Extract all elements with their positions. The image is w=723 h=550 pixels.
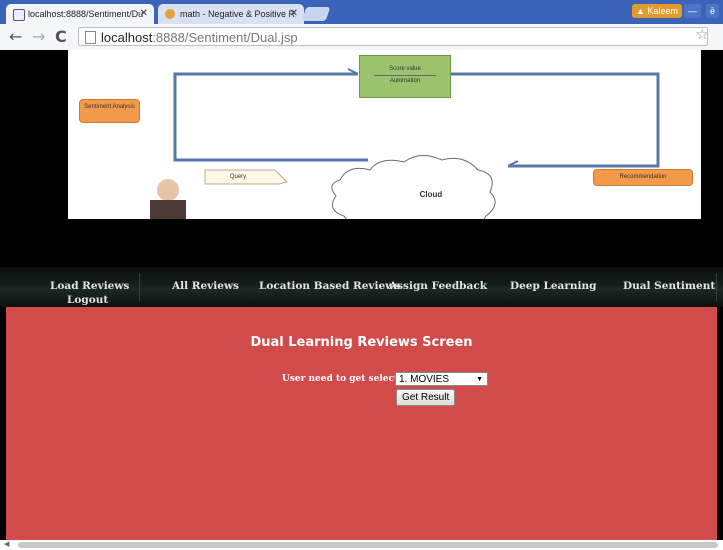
browser-tab-inactive[interactable]: math - Negative & Positive R ✕ [158, 4, 304, 24]
page-favicon-icon [13, 9, 25, 21]
close-tab-icon[interactable]: ✕ [140, 4, 148, 24]
close-tab-icon[interactable]: ✕ [290, 4, 298, 24]
address-bar[interactable]: localhost:8888/Sentiment/Dual.jsp [78, 27, 708, 46]
horizontal-scrollbar[interactable]: ◀ [0, 540, 723, 550]
minimize-icon[interactable]: — [684, 4, 701, 18]
browser-tab-active[interactable]: localhost:8888/Sentiment/Du ✕ [6, 4, 154, 24]
cloud-label: Cloud [419, 190, 443, 199]
page-icon [85, 31, 96, 44]
leaf-favicon-icon [165, 9, 175, 19]
nav-deep-learning[interactable]: Deep Learning [510, 280, 596, 292]
new-tab-button[interactable] [301, 7, 331, 21]
tab-title: localhost:8888/Sentiment/Du [28, 9, 144, 19]
nav-load-reviews[interactable]: Load Reviews [50, 280, 129, 292]
automation-label: Automation [374, 75, 436, 84]
nav-all-reviews[interactable]: All Reviews [172, 280, 239, 292]
select-value: 1. MOVIES [399, 374, 450, 385]
category-select[interactable]: 1. MOVIES ▼ [395, 372, 488, 386]
menu-divider [716, 273, 717, 301]
warning-icon: ▲ [636, 6, 645, 16]
select-label: User need to get select [282, 374, 399, 384]
sentiment-analysis-box: Sentiment Analysis [79, 99, 140, 123]
score-value-box: Score value Automation [359, 55, 451, 98]
dropdown-arrow-icon: ▼ [476, 376, 483, 383]
nav-dual-sentiment[interactable]: Dual Sentiment [623, 280, 715, 292]
query-label: Query [229, 174, 247, 180]
page-title: Dual Learning Reviews Screen [250, 335, 473, 350]
bookmark-star-icon[interactable]: ☆ [696, 27, 709, 43]
nav-logout[interactable]: Logout [67, 294, 108, 306]
forward-icon[interactable]: → [32, 27, 45, 47]
scroll-left-icon[interactable]: ◀ [4, 540, 9, 548]
nav-location-based-reviews[interactable]: Location Based Reviews [259, 280, 400, 292]
nav-assign-feedback[interactable]: Assign Feedback [389, 280, 487, 292]
browser-tab-strip: localhost:8888/Sentiment/Du ✕ math - Neg… [0, 0, 723, 24]
browser-toolbar: ← → C localhost:8888/Sentiment/Dual.jsp [0, 24, 723, 51]
tab-title: math - Negative & Positive R [180, 9, 296, 19]
url-host: localhost [101, 30, 153, 45]
scrollbar-thumb[interactable] [18, 542, 718, 548]
profile-badge[interactable]: ▲ Kaleem [632, 4, 682, 18]
banner-diagram: Sentiment Analysis Score value Automatio… [68, 50, 701, 219]
main-nav-menu: Load Reviews All Reviews Location Based … [0, 267, 723, 307]
reload-icon[interactable]: C [55, 27, 67, 47]
recommendation-box: Recommendation [593, 169, 693, 186]
back-icon[interactable]: ← [9, 27, 22, 47]
get-result-button[interactable]: Get Result [396, 389, 456, 406]
main-content: Dual Learning Reviews Screen User need t… [6, 307, 717, 540]
restore-icon[interactable]: ē [706, 4, 720, 18]
menu-divider [139, 273, 140, 301]
url-path: :8888/Sentiment/Dual.jsp [152, 30, 298, 45]
score-value-label: Score value [389, 66, 421, 72]
profile-name: Kaleem [647, 6, 678, 16]
